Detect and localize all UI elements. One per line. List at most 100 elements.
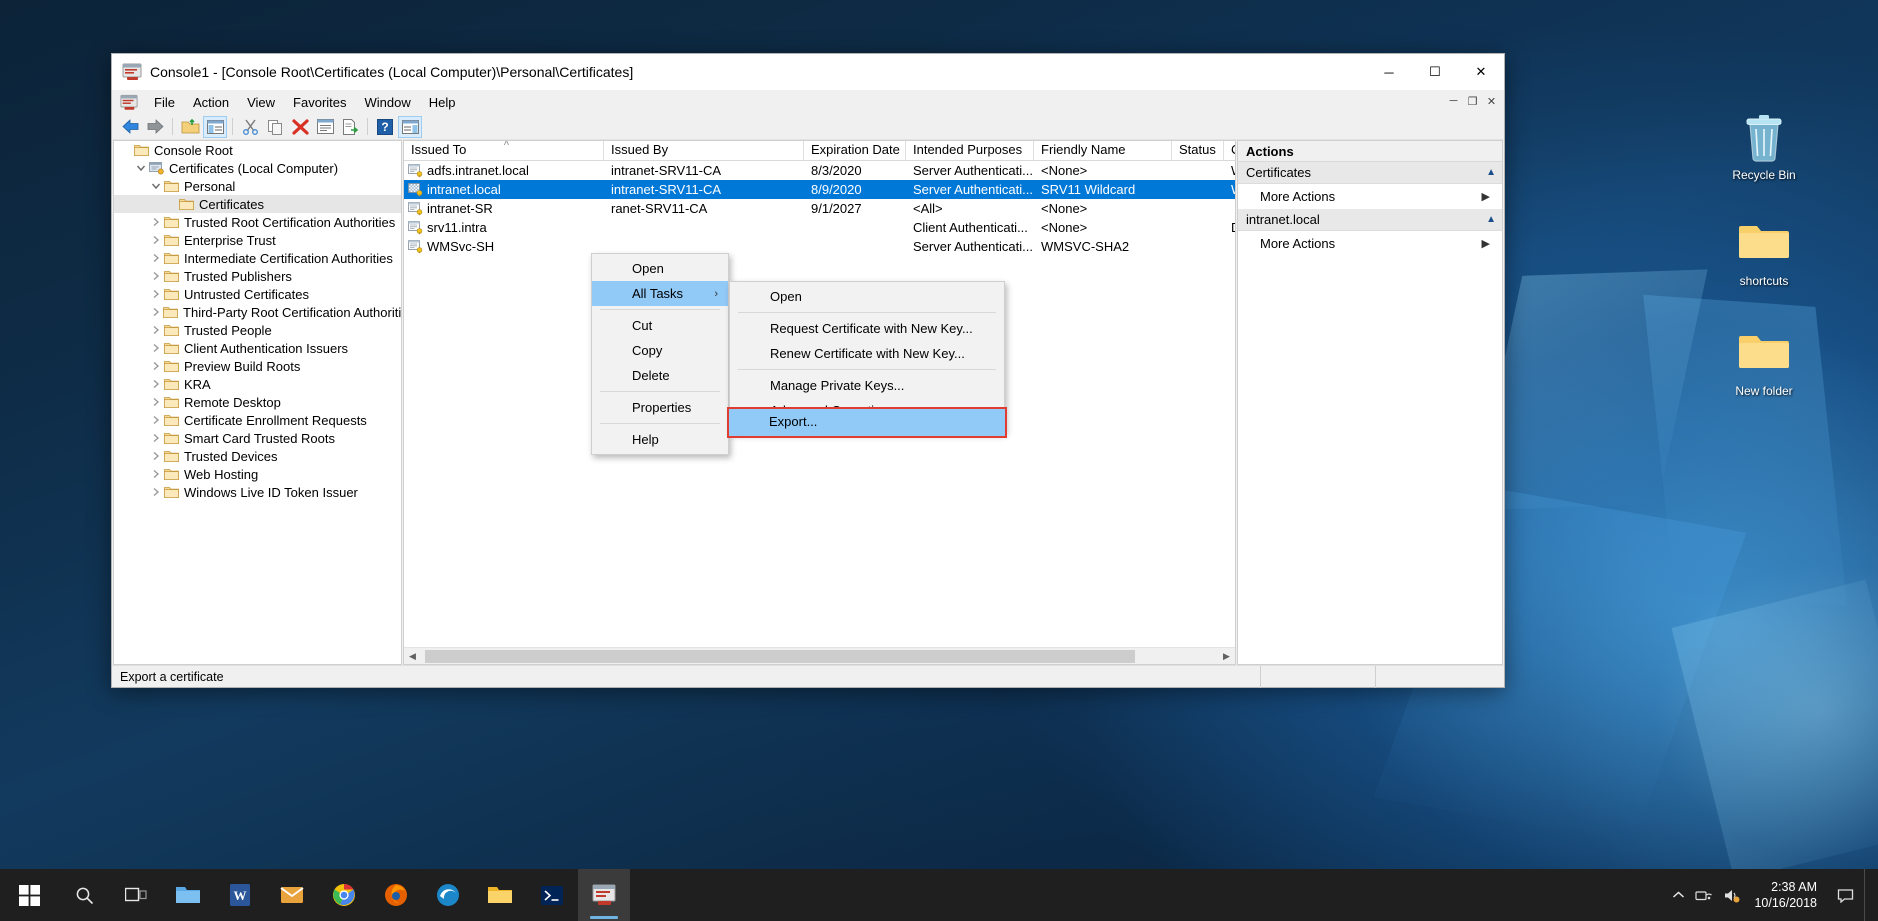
collapsed-twisty-icon[interactable] (148, 271, 164, 281)
tree-node-certificates[interactable]: Certificates (114, 195, 401, 213)
submenu-item-open[interactable]: Open (730, 284, 1004, 309)
submenu-item-request-certificate-with-new-key[interactable]: Request Certificate with New Key... (730, 316, 1004, 341)
back-icon[interactable] (118, 116, 142, 138)
action-center-icon[interactable] (1837, 888, 1854, 903)
collapsed-twisty-icon[interactable] (148, 361, 164, 371)
certificate-row[interactable]: WMSvc-SH Server Authenticati... WMSVC-SHA2 (404, 237, 1235, 256)
export-list-icon[interactable] (338, 116, 362, 138)
menu-item-window[interactable]: Window (356, 93, 420, 112)
submenu-item-manage-private-keys[interactable]: Manage Private Keys... (730, 373, 1004, 398)
action-item-more-actions[interactable]: More Actions ▶ (1238, 184, 1502, 209)
context-menu-item-cut[interactable]: Cut (592, 313, 728, 338)
mmc-console-icon[interactable] (578, 869, 630, 921)
edge-icon[interactable] (422, 869, 474, 921)
open-folder-icon[interactable] (178, 116, 202, 138)
collapsed-twisty-icon[interactable] (148, 451, 164, 461)
collapse-caret-icon[interactable]: ▲ (1486, 214, 1496, 225)
list-column-headers[interactable]: Issued To ˄ Issued By Expiration Date Intend… (404, 141, 1235, 161)
context-menu-item-open[interactable]: Open (592, 256, 728, 281)
powershell-icon[interactable] (526, 869, 578, 921)
tree-node-windows-live-id-token-issuer[interactable]: Windows Live ID Token Issuer (114, 483, 401, 501)
actions-group-header[interactable]: intranet.local ▲ (1238, 209, 1502, 231)
forward-icon[interactable] (143, 116, 167, 138)
task-view-icon[interactable] (110, 869, 162, 921)
menu-item-action[interactable]: Action (184, 93, 238, 112)
tree-node-kra[interactable]: KRA (114, 375, 401, 393)
tree-node-enterprise-trust[interactable]: Enterprise Trust (114, 231, 401, 249)
menu-item-favorites[interactable]: Favorites (284, 93, 355, 112)
context-menu-item-all-tasks[interactable]: All Tasks › (592, 281, 728, 306)
context-menu-item-copy[interactable]: Copy (592, 338, 728, 363)
outlook-icon[interactable] (266, 869, 318, 921)
tree-node-client-authentication-issuers[interactable]: Client Authentication Issuers (114, 339, 401, 357)
file-explorer-icon[interactable] (474, 869, 526, 921)
maximize-button[interactable]: ☐ (1412, 54, 1458, 90)
collapsed-twisty-icon[interactable] (148, 379, 164, 389)
show-desktop-button[interactable] (1864, 869, 1872, 921)
search-icon[interactable] (58, 869, 110, 921)
desktop-icon-recycle-bin[interactable]: Recycle Bin (1718, 112, 1810, 182)
volume-icon[interactable] (1723, 888, 1740, 903)
network-icon[interactable] (1695, 888, 1713, 903)
tree-node-third-party-root-certification-authorities[interactable]: Third-Party Root Certification Authoriti… (114, 303, 401, 321)
menu-item-help[interactable]: Help (420, 93, 465, 112)
collapsed-twisty-icon[interactable] (148, 343, 164, 353)
document-close-button[interactable]: ✕ (1482, 92, 1501, 110)
collapsed-twisty-icon[interactable] (148, 307, 163, 317)
tree-node-console-root[interactable]: Console Root (114, 141, 401, 159)
certificate-row[interactable]: srv11.intra Client Authenticati... <None> D (404, 218, 1235, 237)
chrome-icon[interactable] (318, 869, 370, 921)
tree-node-web-hosting[interactable]: Web Hosting (114, 465, 401, 483)
list-rows[interactable]: adfs.intranet.local intranet-SRV11-CA 8/3/… (404, 161, 1235, 256)
taskbar-clock[interactable]: 2:38 AM 10/16/2018 (1750, 879, 1827, 911)
properties-icon[interactable] (313, 116, 337, 138)
show-hide-tree-icon[interactable] (203, 115, 227, 138)
action-item-more-actions[interactable]: More Actions ▶ (1238, 231, 1502, 256)
expanded-twisty-icon[interactable] (133, 163, 149, 173)
tree-node-trusted-root-certification-authorities[interactable]: Trusted Root Certification Authorities (114, 213, 401, 231)
submenu-item-renew-certificate-with-new-key[interactable]: Renew Certificate with New Key... (730, 341, 1004, 366)
context-menu-item-delete[interactable]: Delete (592, 363, 728, 388)
document-minimize-button[interactable]: ─ (1444, 92, 1463, 110)
collapsed-twisty-icon[interactable] (148, 433, 164, 443)
column-header-status[interactable]: Status (1172, 141, 1224, 160)
show-hidden-icons-chevron[interactable] (1672, 890, 1685, 900)
desktop-icon-shortcuts[interactable]: shortcuts (1718, 218, 1810, 288)
menu-item-file[interactable]: File (145, 93, 184, 112)
scrollbar-thumb[interactable] (425, 649, 1135, 663)
copy-icon[interactable] (263, 116, 287, 138)
certificate-row[interactable]: intranet-SR ranet-SRV11-CA 9/1/2027 <All> <N… (404, 199, 1235, 218)
column-header-issued-by[interactable]: Issued By (604, 141, 804, 160)
column-header-expiration-date[interactable]: Expiration Date (804, 141, 906, 160)
certificate-row[interactable]: adfs.intranet.local intranet-SRV11-CA 8/3/… (404, 161, 1235, 180)
tree-node-remote-desktop[interactable]: Remote Desktop (114, 393, 401, 411)
tree-node-smart-card-trusted-roots[interactable]: Smart Card Trusted Roots (114, 429, 401, 447)
tree-node-trusted-people[interactable]: Trusted People (114, 321, 401, 339)
context-menu[interactable]: Open All Tasks › Cut Copy Delete Properties Hel… (591, 253, 729, 455)
context-menu-item-help[interactable]: Help (592, 427, 728, 452)
window-title-bar[interactable]: Console1 - [Console Root\Certificates (L… (112, 54, 1504, 90)
menu-item-view[interactable]: View (238, 93, 284, 112)
scrollbar-track[interactable] (421, 647, 1218, 664)
help-icon[interactable]: ? (373, 116, 397, 138)
tree-node-untrusted-certificates[interactable]: Untrusted Certificates (114, 285, 401, 303)
collapsed-twisty-icon[interactable] (148, 487, 164, 497)
tree-node-preview-build-roots[interactable]: Preview Build Roots (114, 357, 401, 375)
tree-node-certificate-enrollment-requests[interactable]: Certificate Enrollment Requests (114, 411, 401, 429)
desktop-icon-new-folder[interactable]: New folder (1718, 328, 1810, 398)
expanded-twisty-icon[interactable] (148, 181, 164, 191)
tree-node-trusted-devices[interactable]: Trusted Devices (114, 447, 401, 465)
collapsed-twisty-icon[interactable] (148, 253, 164, 263)
tree-node-certificates-local-computer[interactable]: Certificates (Local Computer) (114, 159, 401, 177)
tree-node-trusted-publishers[interactable]: Trusted Publishers (114, 267, 401, 285)
scroll-right-arrow[interactable]: ▶ (1218, 647, 1235, 664)
document-restore-button[interactable]: ❐ (1463, 92, 1482, 110)
column-header-intended-purposes[interactable]: Intended Purposes (906, 141, 1034, 160)
show-action-pane-icon[interactable] (398, 115, 422, 138)
column-header-issued-to[interactable]: Issued To ˄ (404, 141, 604, 160)
close-button[interactable]: ✕ (1458, 54, 1504, 90)
collapsed-twisty-icon[interactable] (148, 397, 164, 407)
delete-icon[interactable] (288, 116, 312, 138)
file-explorer-blue-icon[interactable] (162, 869, 214, 921)
collapsed-twisty-icon[interactable] (148, 235, 164, 245)
